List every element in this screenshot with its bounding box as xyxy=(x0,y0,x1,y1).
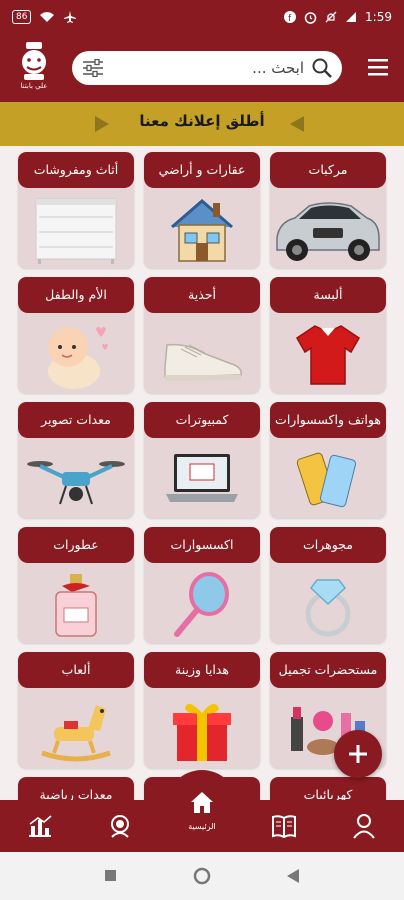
category-card[interactable]: أثاث ومفروشات xyxy=(18,152,134,268)
app-header: علي بابتنا ابحث ... xyxy=(0,34,404,102)
category-card[interactable]: عقارات و أراضي xyxy=(144,152,260,268)
rocking-horse-icon xyxy=(41,705,111,762)
category-title: عقارات و أراضي xyxy=(144,152,260,188)
nav-support[interactable] xyxy=(106,812,134,840)
category-card[interactable]: أحذية xyxy=(144,277,260,393)
shirt-icon xyxy=(296,325,360,385)
user-icon xyxy=(353,814,375,839)
signal-icon xyxy=(346,12,357,22)
category-title: كمبيوترات xyxy=(144,402,260,438)
ad-banner[interactable]: أطلق إعلانك معنا xyxy=(0,102,404,146)
category-title: عطورات xyxy=(18,527,134,563)
bar-chart-icon xyxy=(29,815,52,837)
dresser-icon xyxy=(35,198,117,264)
category-card[interactable]: عطورات xyxy=(18,527,134,643)
category-title: أثاث ومفروشات xyxy=(18,152,134,188)
category-card[interactable]: هدايا وزينة xyxy=(144,652,260,768)
category-title: هدايا وزينة xyxy=(144,652,260,688)
alarm-icon xyxy=(304,11,317,24)
category-title: ألعاب xyxy=(18,652,134,688)
category-card[interactable]: معدات تصوير xyxy=(18,402,134,518)
search-icon[interactable] xyxy=(312,58,332,78)
gift-icon xyxy=(173,703,231,761)
category-title: معدات تصوير xyxy=(18,402,134,438)
category-card[interactable]: هواتف واكسسوارات xyxy=(270,402,386,518)
airplane-icon xyxy=(64,11,77,23)
house-icon xyxy=(171,199,233,262)
wifi-icon xyxy=(40,12,55,22)
home-icon xyxy=(191,792,213,813)
menu-icon[interactable] xyxy=(366,56,390,78)
status-bar: 86 f 1:59 xyxy=(0,0,404,34)
battery-icon: 86 xyxy=(12,10,32,24)
category-card[interactable]: مجوهرات xyxy=(270,527,386,643)
ring-icon xyxy=(305,579,351,637)
logo-icon xyxy=(22,42,46,80)
category-card[interactable]: ألبسة xyxy=(270,277,386,393)
app-logo[interactable]: علي بابتنا xyxy=(12,42,56,94)
category-title: ألبسة xyxy=(270,277,386,313)
mirror-icon xyxy=(174,572,229,637)
recent-apps-icon[interactable] xyxy=(104,869,117,882)
category-title: مركبات xyxy=(270,152,386,188)
category-card[interactable]: مركبات xyxy=(270,152,386,268)
nav-home-label: الرئيسية xyxy=(188,822,216,831)
book-icon xyxy=(272,815,296,838)
baby-icon xyxy=(48,327,108,389)
home-circle-icon[interactable] xyxy=(193,867,211,885)
nav-stats[interactable] xyxy=(26,812,54,840)
category-title: هواتف واكسسوارات xyxy=(270,402,386,438)
category-title: مستحضرات تجميل xyxy=(270,652,386,688)
support-agent-icon xyxy=(111,815,129,838)
category-card[interactable]: الأم والطفل xyxy=(18,277,134,393)
category-card[interactable]: كمبيوترات xyxy=(144,402,260,518)
category-title: أحذية xyxy=(144,277,260,313)
nav-home[interactable] xyxy=(188,788,216,816)
mute-icon xyxy=(325,11,337,23)
category-card[interactable]: ألعاب xyxy=(18,652,134,768)
facebook-icon: f xyxy=(284,11,297,23)
plus-icon xyxy=(349,745,367,763)
phone-icon xyxy=(296,452,357,508)
search-input[interactable]: ابحث ... xyxy=(104,59,312,77)
filter-icon[interactable] xyxy=(82,59,104,77)
nav-catalog[interactable] xyxy=(270,812,298,840)
nav-profile[interactable] xyxy=(350,812,378,840)
perfume-icon xyxy=(55,574,97,637)
add-listing-button[interactable] xyxy=(334,730,382,778)
category-title: اكسسوارات xyxy=(144,527,260,563)
logo-text: علي بابتنا xyxy=(20,82,48,90)
drone-icon xyxy=(27,461,125,505)
system-nav-bar xyxy=(0,852,404,900)
back-icon[interactable] xyxy=(286,868,300,884)
laptop-icon xyxy=(166,454,238,502)
shoe-icon xyxy=(164,343,242,381)
category-card[interactable]: اكسسوارات xyxy=(144,527,260,643)
category-title: الأم والطفل xyxy=(18,277,134,313)
status-time: 1:59 xyxy=(365,10,392,24)
car-icon xyxy=(276,202,380,261)
search-bar[interactable]: ابحث ... xyxy=(72,51,342,85)
banner-text: أطلق إعلانك معنا xyxy=(139,112,265,130)
category-title: مجوهرات xyxy=(270,527,386,563)
